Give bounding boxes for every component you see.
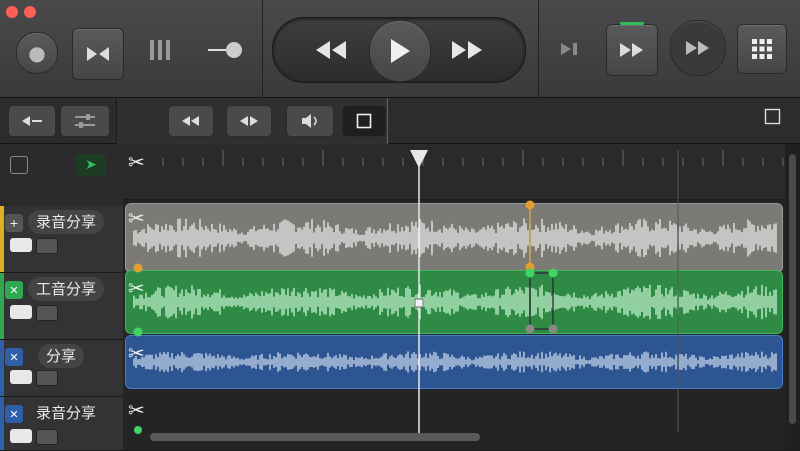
- edit-point[interactable]: [525, 324, 535, 334]
- horizontal-scrollbar[interactable]: [150, 433, 480, 441]
- edit-point[interactable]: [525, 268, 535, 278]
- vertical-scrollbar[interactable]: [789, 154, 796, 424]
- playhead[interactable]: [408, 148, 430, 438]
- vertical-scrollbar-track: [785, 144, 800, 450]
- edit-points: [133, 150, 679, 434]
- edit-point[interactable]: [133, 327, 143, 337]
- edit-point[interactable]: [133, 263, 143, 273]
- edit-point[interactable]: [548, 268, 558, 278]
- edit-point[interactable]: [548, 324, 558, 334]
- edit-point[interactable]: [525, 200, 535, 210]
- edit-point[interactable]: [134, 426, 142, 434]
